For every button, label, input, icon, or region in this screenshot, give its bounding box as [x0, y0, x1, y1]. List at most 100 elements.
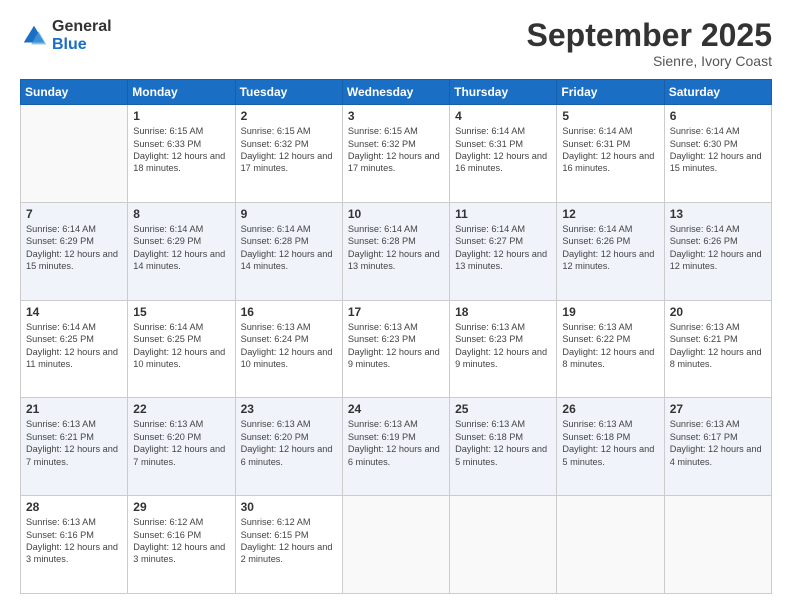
logo: General Blue — [20, 18, 112, 53]
day-number: 13 — [670, 207, 766, 221]
day-number: 11 — [455, 207, 551, 221]
weekday-header-thursday: Thursday — [450, 80, 557, 105]
day-number: 22 — [133, 402, 229, 416]
day-info: Sunrise: 6:15 AMSunset: 6:32 PMDaylight:… — [348, 125, 444, 175]
calendar-cell: 7 Sunrise: 6:14 AMSunset: 6:29 PMDaylight… — [21, 202, 128, 300]
day-info: Sunrise: 6:12 AMSunset: 6:16 PMDaylight:… — [133, 516, 229, 566]
day-info: Sunrise: 6:13 AMSunset: 6:23 PMDaylight:… — [348, 321, 444, 371]
weekday-header-sunday: Sunday — [21, 80, 128, 105]
calendar-cell: 25Sunrise: 6:13 AMSunset: 6:18 PMDayligh… — [450, 398, 557, 496]
calendar-week-row: 21 Sunrise: 6:13 AMSunset: 6:21 PMDayligh… — [21, 398, 772, 496]
calendar-cell: 16Sunrise: 6:13 AMSunset: 6:24 PMDayligh… — [235, 300, 342, 398]
logo-text: General Blue — [52, 18, 112, 53]
day-info: Sunrise: 6:14 AMSunset: 6:28 PMDaylight:… — [241, 223, 337, 273]
calendar-week-row: 28Sunrise: 6:13 AMSunset: 6:16 PMDayligh… — [21, 496, 772, 594]
calendar-cell: 18 Sunrise: 6:13 AMSunset: 6:23 PMDayligh… — [450, 300, 557, 398]
day-info: Sunrise: 6:13 AMSunset: 6:17 PMDaylight:… — [670, 418, 766, 468]
day-info: Sunrise: 6:14 AMSunset: 6:29 PMDaylight:… — [26, 223, 122, 273]
day-number: 27 — [670, 402, 766, 416]
calendar-cell: 14 Sunrise: 6:14 AMSunset: 6:25 PMDayligh… — [21, 300, 128, 398]
day-info: Sunrise: 6:15 AMSunset: 6:33 PMDaylight:… — [133, 125, 229, 175]
day-number: 17 — [348, 305, 444, 319]
day-number: 25 — [455, 402, 551, 416]
day-info: Sunrise: 6:14 AMSunset: 6:25 PMDaylight:… — [26, 321, 122, 371]
calendar-week-row: 14 Sunrise: 6:14 AMSunset: 6:25 PMDayligh… — [21, 300, 772, 398]
calendar-cell — [557, 496, 664, 594]
day-info: Sunrise: 6:14 AMSunset: 6:30 PMDaylight:… — [670, 125, 766, 175]
day-info: Sunrise: 6:14 AMSunset: 6:31 PMDaylight:… — [455, 125, 551, 175]
calendar-cell: 12 Sunrise: 6:14 AMSunset: 6:26 PMDayligh… — [557, 202, 664, 300]
weekday-header-saturday: Saturday — [664, 80, 771, 105]
weekday-header-tuesday: Tuesday — [235, 80, 342, 105]
calendar-table: SundayMondayTuesdayWednesdayThursdayFrid… — [20, 79, 772, 594]
day-info: Sunrise: 6:14 AMSunset: 6:27 PMDaylight:… — [455, 223, 551, 273]
calendar-cell: 27 Sunrise: 6:13 AMSunset: 6:17 PMDayligh… — [664, 398, 771, 496]
day-info: Sunrise: 6:14 AMSunset: 6:26 PMDaylight:… — [670, 223, 766, 273]
calendar-cell: 20 Sunrise: 6:13 AMSunset: 6:21 PMDayligh… — [664, 300, 771, 398]
day-info: Sunrise: 6:13 AMSunset: 6:21 PMDaylight:… — [26, 418, 122, 468]
day-info: Sunrise: 6:13 AMSunset: 6:20 PMDaylight:… — [133, 418, 229, 468]
day-info: Sunrise: 6:13 AMSunset: 6:22 PMDaylight:… — [562, 321, 658, 371]
day-number: 5 — [562, 109, 658, 123]
calendar-cell: 26 Sunrise: 6:13 AMSunset: 6:18 PMDayligh… — [557, 398, 664, 496]
logo-icon — [20, 22, 48, 50]
day-number: 12 — [562, 207, 658, 221]
calendar-cell — [21, 105, 128, 203]
day-number: 21 — [26, 402, 122, 416]
month-title: September 2025 — [527, 18, 772, 53]
day-number: 10 — [348, 207, 444, 221]
calendar-cell: 4 Sunrise: 6:14 AMSunset: 6:31 PMDaylight… — [450, 105, 557, 203]
calendar-cell: 8Sunrise: 6:14 AMSunset: 6:29 PMDaylight… — [128, 202, 235, 300]
calendar-cell: 3 Sunrise: 6:15 AMSunset: 6:32 PMDaylight… — [342, 105, 449, 203]
day-info: Sunrise: 6:13 AMSunset: 6:21 PMDaylight:… — [670, 321, 766, 371]
location-subtitle: Sienre, Ivory Coast — [527, 53, 772, 69]
calendar-cell: 2 Sunrise: 6:15 AMSunset: 6:32 PMDaylight… — [235, 105, 342, 203]
day-info: Sunrise: 6:13 AMSunset: 6:19 PMDaylight:… — [348, 418, 444, 468]
day-info: Sunrise: 6:14 AMSunset: 6:28 PMDaylight:… — [348, 223, 444, 273]
day-info: Sunrise: 6:14 AMSunset: 6:26 PMDaylight:… — [562, 223, 658, 273]
day-info: Sunrise: 6:14 AMSunset: 6:31 PMDaylight:… — [562, 125, 658, 175]
calendar-cell — [664, 496, 771, 594]
header: General Blue September 2025 Sienre, Ivor… — [20, 18, 772, 69]
day-number: 26 — [562, 402, 658, 416]
day-number: 4 — [455, 109, 551, 123]
day-number: 1 — [133, 109, 229, 123]
calendar-cell: 1 Sunrise: 6:15 AMSunset: 6:33 PMDaylight… — [128, 105, 235, 203]
calendar-cell: 6 Sunrise: 6:14 AMSunset: 6:30 PMDaylight… — [664, 105, 771, 203]
day-number: 2 — [241, 109, 337, 123]
day-info: Sunrise: 6:15 AMSunset: 6:32 PMDaylight:… — [241, 125, 337, 175]
calendar-cell: 5 Sunrise: 6:14 AMSunset: 6:31 PMDaylight… — [557, 105, 664, 203]
day-number: 14 — [26, 305, 122, 319]
calendar-cell: 30 Sunrise: 6:12 AMSunset: 6:15 PMDayligh… — [235, 496, 342, 594]
calendar-cell — [342, 496, 449, 594]
day-info: Sunrise: 6:13 AMSunset: 6:18 PMDaylight:… — [562, 418, 658, 468]
weekday-header-row: SundayMondayTuesdayWednesdayThursdayFrid… — [21, 80, 772, 105]
day-info: Sunrise: 6:13 AMSunset: 6:16 PMDaylight:… — [26, 516, 122, 566]
calendar-cell: 15Sunrise: 6:14 AMSunset: 6:25 PMDayligh… — [128, 300, 235, 398]
calendar-cell: 21 Sunrise: 6:13 AMSunset: 6:21 PMDayligh… — [21, 398, 128, 496]
day-number: 19 — [562, 305, 658, 319]
calendar-cell: 29 Sunrise: 6:12 AMSunset: 6:16 PMDayligh… — [128, 496, 235, 594]
day-number: 6 — [670, 109, 766, 123]
calendar-cell: 11 Sunrise: 6:14 AMSunset: 6:27 PMDayligh… — [450, 202, 557, 300]
calendar-week-row: 1 Sunrise: 6:15 AMSunset: 6:33 PMDaylight… — [21, 105, 772, 203]
day-info: Sunrise: 6:12 AMSunset: 6:15 PMDaylight:… — [241, 516, 337, 566]
day-info: Sunrise: 6:13 AMSunset: 6:24 PMDaylight:… — [241, 321, 337, 371]
calendar-cell: 24Sunrise: 6:13 AMSunset: 6:19 PMDayligh… — [342, 398, 449, 496]
logo-blue-text: Blue — [52, 36, 112, 54]
day-number: 3 — [348, 109, 444, 123]
day-number: 18 — [455, 305, 551, 319]
day-number: 29 — [133, 500, 229, 514]
day-number: 30 — [241, 500, 337, 514]
calendar-cell: 13 Sunrise: 6:14 AMSunset: 6:26 PMDayligh… — [664, 202, 771, 300]
title-block: September 2025 Sienre, Ivory Coast — [527, 18, 772, 69]
day-info: Sunrise: 6:13 AMSunset: 6:23 PMDaylight:… — [455, 321, 551, 371]
day-number: 20 — [670, 305, 766, 319]
day-number: 8 — [133, 207, 229, 221]
calendar-cell: 28Sunrise: 6:13 AMSunset: 6:16 PMDayligh… — [21, 496, 128, 594]
calendar-cell: 17 Sunrise: 6:13 AMSunset: 6:23 PMDayligh… — [342, 300, 449, 398]
calendar-cell: 10 Sunrise: 6:14 AMSunset: 6:28 PMDayligh… — [342, 202, 449, 300]
day-number: 7 — [26, 207, 122, 221]
page: General Blue September 2025 Sienre, Ivor… — [0, 0, 792, 612]
calendar-cell: 9Sunrise: 6:14 AMSunset: 6:28 PMDaylight… — [235, 202, 342, 300]
